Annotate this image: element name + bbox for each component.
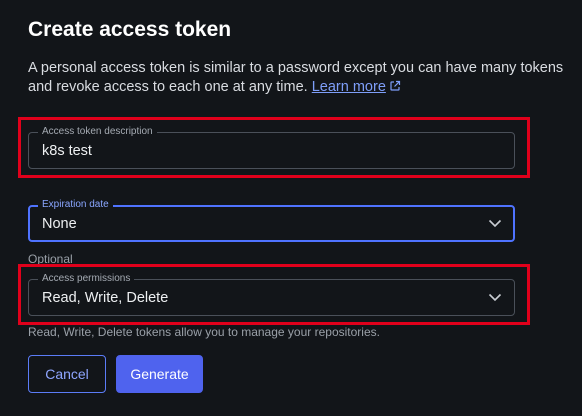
expiration-date-label: Expiration date	[38, 199, 113, 211]
access-permissions-select[interactable]: Access permissions Read, Write, Delete	[28, 273, 515, 316]
chevron-down-icon	[488, 219, 502, 228]
external-link-icon	[390, 80, 400, 91]
generate-button[interactable]: Generate	[116, 355, 203, 393]
dialog-title: Create access token	[28, 18, 232, 41]
learn-more-link[interactable]: Learn more	[312, 79, 401, 95]
permissions-helper-text: Read, Write, Delete tokens allow you to …	[28, 325, 380, 339]
token-description-label: Access token description	[38, 126, 157, 138]
expiration-date-value: None	[42, 216, 77, 232]
token-description-value: k8s test	[42, 143, 92, 159]
token-description-input[interactable]: Access token description k8s test	[28, 126, 515, 169]
dialog-description: A personal access token is similar to a …	[28, 59, 568, 97]
access-permissions-label: Access permissions	[38, 273, 135, 285]
learn-more-label: Learn more	[311, 79, 386, 95]
access-permissions-value: Read, Write, Delete	[42, 290, 169, 306]
cancel-button[interactable]: Cancel	[28, 355, 106, 393]
expiration-helper-text: Optional	[28, 252, 73, 266]
expiration-date-select[interactable]: Expiration date None	[28, 199, 515, 242]
chevron-down-icon	[488, 293, 502, 302]
description-text: A personal access token is similar to a …	[28, 60, 564, 95]
create-access-token-dialog: Create access token A personal access to…	[0, 0, 582, 416]
